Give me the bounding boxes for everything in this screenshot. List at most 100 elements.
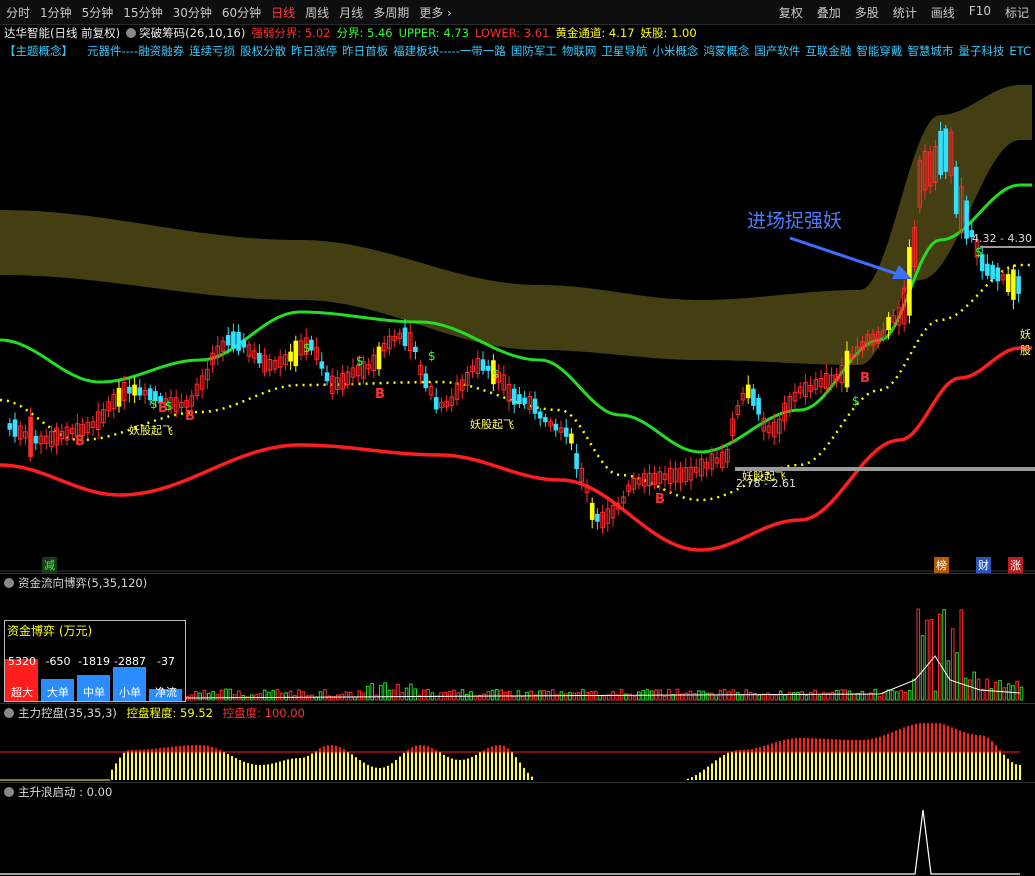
period-tab-3[interactable]: 15分钟 <box>123 4 162 21</box>
panel-toggle-icon[interactable] <box>4 787 14 797</box>
tool-button-5[interactable]: F10 <box>969 4 991 21</box>
candle-body <box>553 423 559 431</box>
panel-toggle-icon[interactable] <box>4 578 14 588</box>
kline-chart[interactable]: BBBBBB$ $$$ $$$$ <box>0 60 1035 572</box>
fund-flow-title[interactable]: 资金流向博弈(5,35,120) <box>4 575 147 591</box>
concept-item[interactable]: 国防军工 <box>511 44 557 58</box>
tool-button-0[interactable]: 复权 <box>779 4 803 21</box>
concept-item[interactable]: 国产软件 <box>754 44 800 58</box>
fund-histogram-bar <box>211 690 215 701</box>
control-histogram[interactable] <box>0 720 1035 782</box>
golden-channel-value: 黄金通道: 4.17 <box>555 26 635 40</box>
concept-item[interactable]: 元器件----融资融券 <box>87 44 184 58</box>
period-tab-7[interactable]: 周线 <box>305 4 329 21</box>
fund-histogram-bar <box>843 689 848 701</box>
fund-histogram-bar <box>619 688 624 701</box>
fund-histogram-bar <box>568 692 572 701</box>
candle-body <box>943 128 949 172</box>
low-price-range: 2.78 - 2.61 <box>736 477 796 490</box>
candle-body <box>1016 276 1021 294</box>
fund-histogram-bar <box>800 691 805 701</box>
candle-body <box>225 335 231 346</box>
tool-button-4[interactable]: 画线 <box>931 4 955 21</box>
tool-button-1[interactable]: 叠加 <box>817 4 841 21</box>
fund-histogram-bar <box>714 694 719 701</box>
fund-histogram-bar <box>899 690 903 701</box>
fund-histogram-bar <box>576 692 581 701</box>
period-tab-0[interactable]: 分时 <box>6 4 30 21</box>
fund-histogram-bar <box>348 691 353 701</box>
fund-histogram-bar <box>499 689 503 701</box>
sell-marker-icon: $ <box>852 394 860 408</box>
period-tab-9[interactable]: 多周期 <box>373 4 409 21</box>
candle-body <box>990 264 995 280</box>
fund-histogram-bar <box>237 690 241 701</box>
concept-item[interactable]: 昨日首板 <box>342 44 388 58</box>
concept-item[interactable]: 小米概念 <box>652 44 698 58</box>
concept-item[interactable]: 物联网 <box>562 44 597 58</box>
finance-badge[interactable]: 财 <box>976 557 991 573</box>
concept-item[interactable]: 卫星导航 <box>601 44 647 58</box>
candle-body <box>127 386 132 394</box>
candle-body <box>132 384 137 396</box>
fund-histogram-bar <box>847 690 852 701</box>
period-tab-4[interactable]: 30分钟 <box>173 4 212 21</box>
concept-item[interactable]: 股权分散 <box>240 44 286 58</box>
fund-histogram-bar <box>770 694 774 701</box>
concept-item[interactable]: 互联金融 <box>805 44 851 58</box>
fund-histogram-bar <box>809 692 813 701</box>
control-title[interactable]: 主力控盘(35,35,3) 控盘程度: 59.52 控盘度: 100.00 <box>4 705 305 721</box>
rank-badge[interactable]: 榜 <box>934 557 949 573</box>
candle-body <box>537 411 543 419</box>
period-tab-8[interactable]: 月线 <box>339 4 363 21</box>
fund-histogram-bar <box>632 696 637 701</box>
candle-body <box>756 397 761 415</box>
fund-histogram-bar <box>757 694 762 701</box>
fund-histogram-bar <box>581 689 585 701</box>
concept-item[interactable]: 福建板块-----一带一路 <box>393 44 506 58</box>
fund-histogram-bar <box>1002 687 1007 701</box>
period-tab-5[interactable]: 60分钟 <box>222 4 261 21</box>
period-tab-6[interactable]: 日线 <box>271 4 295 21</box>
tool-button-2[interactable]: 多股 <box>855 4 879 21</box>
concept-item[interactable]: 鸿蒙概念 <box>703 44 749 58</box>
concept-item[interactable]: 智能穿戴 <box>856 44 902 58</box>
concept-item[interactable]: ETC <box>1009 44 1031 58</box>
fund-histogram-bar <box>890 689 895 701</box>
fund-histogram-bar <box>219 689 224 701</box>
concept-label: 【主题概念】 <box>4 44 73 58</box>
indicator-name[interactable]: 突破筹码(26,10,16) <box>139 25 245 41</box>
period-tab-1[interactable]: 1分钟 <box>40 4 72 21</box>
fund-histogram-bar <box>701 690 706 701</box>
wave-line-chart[interactable] <box>0 798 1035 876</box>
fund-histogram-bar <box>985 678 989 701</box>
concept-item[interactable]: 智慧城市 <box>907 44 953 58</box>
wave-signal-line <box>0 809 1020 875</box>
period-tab-2[interactable]: 5分钟 <box>82 4 114 21</box>
fund-histogram-bar <box>998 680 1002 701</box>
fund-histogram-bar <box>516 690 521 701</box>
concept-item[interactable]: 昨日涨停 <box>291 44 337 58</box>
tool-button-6[interactable]: 标记 <box>1005 4 1029 21</box>
fund-histogram-bar <box>938 613 942 701</box>
lower-value: LOWER: 3.61 <box>474 26 550 40</box>
period-tab-10[interactable]: 更多 › <box>419 4 452 21</box>
panel-toggle-icon[interactable] <box>4 708 14 718</box>
candle-body <box>33 435 39 444</box>
fund-histogram-bar <box>465 694 469 701</box>
concept-item[interactable]: 量子科技 <box>958 44 1004 58</box>
candle-body <box>485 365 491 371</box>
fund-histogram-bar <box>323 689 327 701</box>
indicator-toggle-icon[interactable] <box>126 28 137 38</box>
fund-histogram-bar <box>864 693 869 701</box>
tool-button-3[interactable]: 统计 <box>893 4 917 21</box>
fund-histogram-bar <box>697 690 701 701</box>
fund-histogram-bar <box>422 689 426 701</box>
rise-badge[interactable]: 涨 <box>1008 557 1023 573</box>
fund-label: 小单 <box>119 686 141 699</box>
candle-body <box>543 417 548 423</box>
fund-histogram-bar <box>228 688 233 701</box>
fund-histogram-bar <box>684 692 688 701</box>
panel-separator <box>0 573 1035 574</box>
concept-item[interactable]: 连续亏损 <box>189 44 235 58</box>
